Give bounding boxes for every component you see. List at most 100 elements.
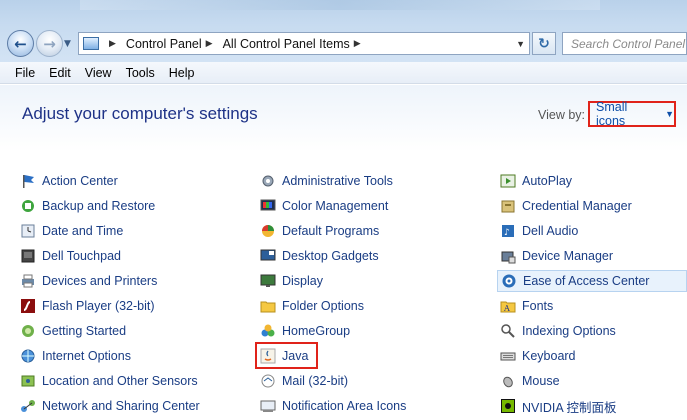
display-icon — [260, 273, 276, 289]
nvidia-icon — [500, 398, 516, 414]
cp-item-network-sharing[interactable]: Network and Sharing Center — [20, 395, 200, 417]
cp-item-credential-manager[interactable]: Credential Manager — [500, 195, 632, 217]
cp-item-homegroup[interactable]: HomeGroup — [260, 320, 350, 342]
cp-item-folder-options[interactable]: Folder Options — [260, 295, 364, 317]
globe-icon — [20, 348, 36, 364]
cp-item-label: Location and Other Sensors — [42, 374, 198, 388]
flash-icon — [20, 298, 36, 314]
recent-pages-dropdown[interactable]: ▼ — [64, 39, 71, 49]
ease-of-access-icon — [501, 273, 517, 289]
cp-item-default-programs[interactable]: Default Programs — [260, 220, 379, 242]
cp-item-label: Mouse — [522, 374, 560, 388]
address-bar[interactable]: ▶ Control Panel ▶ All Control Panel Item… — [78, 32, 530, 55]
cp-item-keyboard[interactable]: Keyboard — [500, 345, 576, 367]
cp-item-notification-area[interactable]: Notification Area Icons — [260, 395, 406, 417]
mouse-icon — [500, 373, 516, 389]
menu-view[interactable]: View — [78, 66, 119, 80]
search-input[interactable]: Search Control Panel — [562, 32, 687, 55]
svg-text:♪: ♪ — [504, 228, 510, 238]
cp-item-backup-and-restore[interactable]: Backup and Restore — [20, 195, 155, 217]
cp-item-label: Folder Options — [282, 299, 364, 313]
cp-item-desktop-gadgets[interactable]: Desktop Gadgets — [260, 245, 379, 267]
refresh-icon: ↻ — [538, 35, 550, 52]
cp-item-dell-audio[interactable]: ♪ Dell Audio — [500, 220, 578, 242]
cp-item-label: AutoPlay — [522, 174, 573, 188]
cp-item-label: Date and Time — [42, 224, 124, 238]
cp-item-color-management[interactable]: Color Management — [260, 195, 388, 217]
credential-icon — [500, 198, 516, 214]
back-button[interactable]: ← — [7, 30, 34, 57]
breadcrumb-all-items[interactable]: All Control Panel Items — [223, 37, 350, 51]
chevron-right-icon[interactable]: ▶ — [206, 38, 213, 49]
cp-item-label: NVIDIA 控制面板 — [522, 400, 617, 415]
cp-item-label: Desktop Gadgets — [282, 249, 379, 263]
forward-button[interactable]: → — [36, 30, 63, 57]
cp-item-device-manager[interactable]: Device Manager — [500, 245, 613, 267]
mail-icon — [260, 373, 276, 389]
cp-item-label: Devices and Printers — [42, 274, 158, 288]
title-bar-blur — [80, 0, 600, 10]
view-by-dropdown[interactable]: Small icons ▼ — [588, 100, 676, 128]
cp-item-label: Getting Started — [42, 324, 127, 338]
cp-item-label: Action Center — [42, 174, 118, 188]
search-placeholder: Search Control Panel — [571, 36, 686, 51]
sensor-icon — [20, 373, 36, 389]
cp-item-label: Administrative Tools — [282, 174, 393, 188]
cp-item-label: Keyboard — [522, 349, 576, 363]
fonts-icon: A — [500, 298, 516, 314]
cp-item-display[interactable]: Display — [260, 270, 323, 292]
network-icon — [20, 398, 36, 414]
autoplay-icon — [500, 173, 516, 189]
cp-item-administrative-tools[interactable]: Administrative Tools — [260, 170, 393, 192]
cp-item-autoplay[interactable]: AutoPlay — [500, 170, 572, 192]
cp-item-location-sensors[interactable]: Location and Other Sensors — [20, 370, 198, 392]
view-by-value: Small icons — [596, 100, 628, 128]
cp-item-ease-of-access[interactable]: Ease of Access Center — [497, 270, 687, 292]
cp-item-label: Device Manager — [522, 249, 614, 263]
cp-item-action-center[interactable]: Action Center — [20, 170, 118, 192]
breadcrumb-control-panel[interactable]: Control Panel — [126, 37, 202, 51]
chevron-right-icon[interactable]: ▶ — [354, 38, 361, 49]
cp-item-indexing-options[interactable]: Indexing Options — [500, 320, 616, 342]
default-programs-icon — [260, 223, 276, 239]
flag-icon — [20, 173, 36, 189]
cp-item-label: Internet Options — [42, 349, 131, 363]
cp-item-nvidia[interactable]: NVIDIA 控制面板 — [500, 395, 616, 417]
cp-item-label: Indexing Options — [522, 324, 616, 338]
chevron-down-icon: ▼ — [665, 109, 674, 119]
java-highlight-box — [255, 342, 318, 369]
cp-item-label: Color Management — [282, 199, 389, 213]
cp-item-internet-options[interactable]: Internet Options — [20, 345, 131, 367]
indexing-icon — [500, 323, 516, 339]
cp-item-label: Notification Area Icons — [282, 399, 407, 413]
color-icon — [260, 198, 276, 214]
cp-item-dell-touchpad[interactable]: Dell Touchpad — [20, 245, 121, 267]
cp-item-label: Ease of Access Center — [523, 274, 650, 288]
chevron-right-icon[interactable]: ▶ — [109, 38, 116, 49]
cp-item-label: Display — [282, 274, 323, 288]
cp-item-mail[interactable]: Mail (32-bit) — [260, 370, 348, 392]
cp-item-mouse[interactable]: Mouse — [500, 370, 560, 392]
address-dropdown-icon[interactable]: ▼ — [516, 39, 525, 49]
forward-arrow-icon: → — [43, 34, 56, 53]
control-panel-icon — [83, 37, 99, 50]
menu-tools[interactable]: Tools — [119, 66, 162, 80]
cp-item-label: Default Programs — [282, 224, 380, 238]
printer-icon — [20, 273, 36, 289]
cp-item-fonts[interactable]: A Fonts — [500, 295, 553, 317]
cp-item-label: Backup and Restore — [42, 199, 156, 213]
cp-item-date-and-time[interactable]: Date and Time — [20, 220, 123, 242]
clock-icon — [20, 223, 36, 239]
cp-item-label: HomeGroup — [282, 324, 351, 338]
admin-tools-icon — [260, 173, 276, 189]
menu-file[interactable]: File — [8, 66, 42, 80]
device-manager-icon — [500, 248, 516, 264]
cp-item-getting-started[interactable]: Getting Started — [20, 320, 126, 342]
menu-help[interactable]: Help — [162, 66, 202, 80]
menu-edit[interactable]: Edit — [42, 66, 78, 80]
cp-item-label: Mail (32-bit) — [282, 374, 348, 388]
menu-bar: File Edit View Tools Help — [0, 62, 687, 84]
cp-item-devices-and-printers[interactable]: Devices and Printers — [20, 270, 157, 292]
cp-item-flash-player[interactable]: Flash Player (32-bit) — [20, 295, 155, 317]
refresh-button[interactable]: ↻ — [532, 32, 556, 55]
